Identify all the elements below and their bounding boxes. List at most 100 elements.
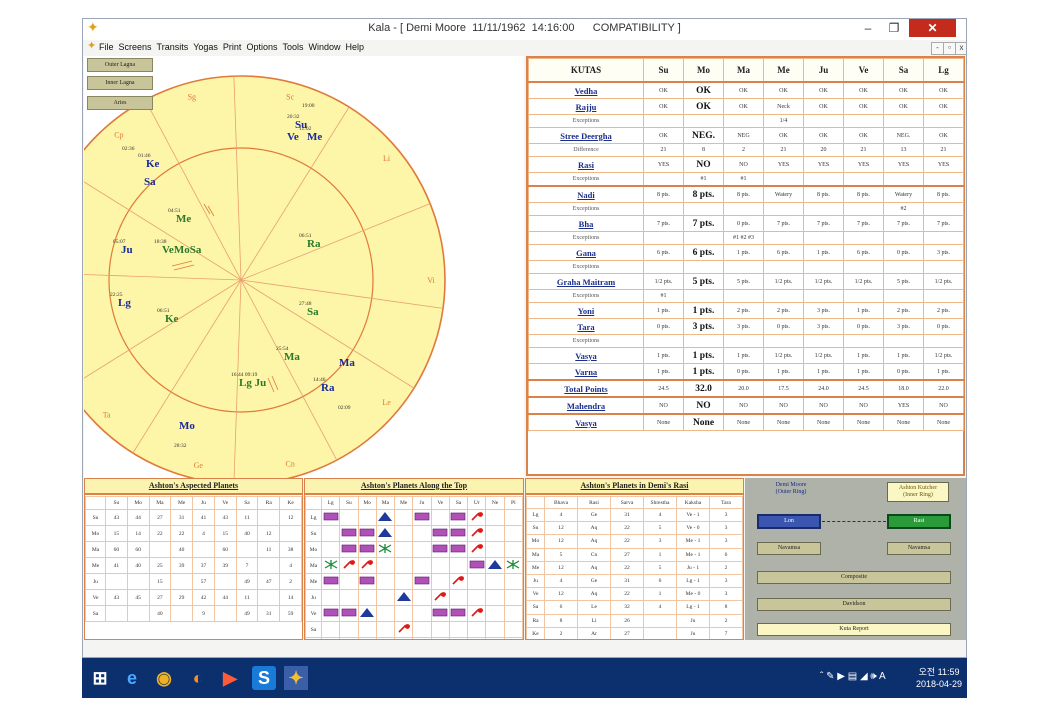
lon-button[interactable]: Lon [757,514,821,529]
close-button[interactable]: ✕ [909,19,956,37]
kuta-label[interactable]: Vasya [528,347,644,364]
kuta-value: 1/2 pts. [923,347,964,364]
kuta-label[interactable]: Mahendra [528,396,644,415]
skype-icon[interactable]: S [252,666,276,690]
kuta-value: 3 pts. [923,244,964,261]
aspect-value: 14 [279,589,302,606]
mdi-close-button[interactable]: x [955,42,966,55]
kuta-label[interactable]: Graha Maitram [528,273,644,290]
kuta-value: OK [683,81,724,99]
minimize-button[interactable]: – [855,19,881,37]
aspect-value: 60 [213,541,237,558]
aspect-cell [448,589,469,606]
kuta-label[interactable]: Nadi [528,185,644,203]
davidson-button[interactable]: Davidson [757,598,951,611]
kuta-label[interactable]: Bha [528,215,644,232]
zodiac-sign-label: Cp [114,130,123,139]
kuta-value [643,260,684,274]
clock[interactable]: 오전 11:59 2018-04-29 [916,666,962,690]
composite-button[interactable]: Composite [757,571,951,584]
aspect-value: 27 [148,509,172,526]
planet-marker[interactable]: Ma [339,357,355,369]
rasi-button[interactable]: Rasi [887,514,951,529]
chrome-icon[interactable]: ◉ [152,666,176,690]
menu-window[interactable]: Window [308,42,340,52]
kuta-label[interactable]: Gana [528,244,644,261]
aspect-value: 57 [192,573,215,590]
navamsa-outer-button[interactable]: Navamsa [757,542,821,555]
row-header: Lg [526,507,545,523]
planet-label: Ve [287,131,299,143]
kuta-value: YES [763,156,804,173]
system-tray[interactable]: ˆ ✎ ▶ ▤ ◢ 🕪 A [820,671,886,682]
menu-transits[interactable]: Transits [157,42,189,52]
table-row: Ma 60 60 40 60 11 38 [85,541,302,558]
menu-help[interactable]: Help [346,42,365,52]
kuta-value: 1/2 pts. [923,273,964,290]
inner-ring-label: Ashton Kutcher (Inner Ring) [887,482,949,502]
aspect-value [192,541,215,558]
kuta-value: NO [683,396,724,415]
aspect-cell [320,509,341,526]
aspect-cell [320,621,341,638]
inner-lagna-button[interactable]: Inner Lagna [87,76,153,90]
kuta-label[interactable]: Tara [528,318,644,335]
row-header: Ve [526,587,545,602]
kuta-exception-row: Exceptions [528,334,964,348]
rasi-value: Me - 1 [676,534,710,549]
planet-degree: 16:44 09:19 [231,372,258,378]
kuta-label[interactable]: Rasi [528,156,644,173]
kuta-label[interactable]: Total Points [528,379,644,398]
kala-taskbar-icon[interactable]: ✦ [284,666,308,690]
row-header: Ma [305,557,322,574]
menu-file[interactable]: File [99,42,114,52]
trine-aspect-icon [396,592,411,601]
aspect-value: 11 [257,541,281,558]
kuta-label[interactable]: Yoni [528,302,644,319]
firefox-icon[interactable]: ◐ [186,666,210,690]
rasi-value: 12 [544,560,578,575]
kuta-label[interactable]: Stree Deergha [528,127,644,144]
rasi-value: 3 [709,587,743,602]
media-player-icon[interactable]: ▶ [218,666,242,690]
aspect-cell [485,541,505,558]
aspect-value: 43 [105,589,128,606]
kuta-value: OK [803,127,844,144]
rasi-value: 22 [610,587,644,602]
planet-marker[interactable]: Sa [144,176,156,188]
kuta-label[interactable]: Vedha [528,81,644,99]
navamsa-inner-button[interactable]: Navamsa [887,542,951,555]
kuta-value [883,114,924,128]
kuta-value [883,231,924,245]
maximize-button[interactable]: ❐ [881,19,907,37]
planet-marker[interactable]: Ve [287,131,299,143]
menu-print[interactable]: Print [223,42,242,52]
kutas-panel: KUTAS Su Mo Ma Me Ju Ve Sa Lg Vedha OK OK OK OK OK OK OK… [526,56,965,476]
kuta-value: 1 pts. [843,302,884,319]
rasi-value: Ge [577,507,611,523]
kala-window: ✦ Kala - [ Demi Moore 11/11/1962 14:16:0… [82,18,967,658]
square-aspect-icon [414,576,430,585]
windows-start-icon[interactable]: ⊞ [88,666,112,690]
planet-marker[interactable]: Mo [179,420,195,432]
aspect-cell [485,509,505,526]
kuta-value: 5 pts. [723,273,764,290]
menu-yogas[interactable]: Yogas [193,42,218,52]
kuta-report-button[interactable]: Kuta Report [757,623,951,636]
kuta-label[interactable]: Varna [528,363,644,381]
internet-explorer-icon[interactable]: e [120,666,144,690]
aspect-cell [357,525,377,542]
kuta-value: 8 pts. [803,185,844,203]
kuta-value [763,289,804,303]
planet-label: Ju [121,244,133,256]
chart-wheel[interactable]: SgScLiViLeCnGeTaArPiAqCpSu20:32VeMe11:02… [84,56,524,478]
aries-button[interactable]: Aries [87,96,153,110]
menu-options[interactable]: Options [246,42,277,52]
kuta-label[interactable]: Vasya [528,413,644,431]
outer-lagna-button[interactable]: Outer Lagna [87,58,153,72]
aspect-value: 2 [279,573,302,590]
menu-screens[interactable]: Screens [119,42,152,52]
title-bar[interactable]: ✦ Kala - [ Demi Moore 11/11/1962 14:16:0… [83,19,966,40]
kuta-label[interactable]: Rajju [528,98,644,115]
menu-tools[interactable]: Tools [282,42,303,52]
